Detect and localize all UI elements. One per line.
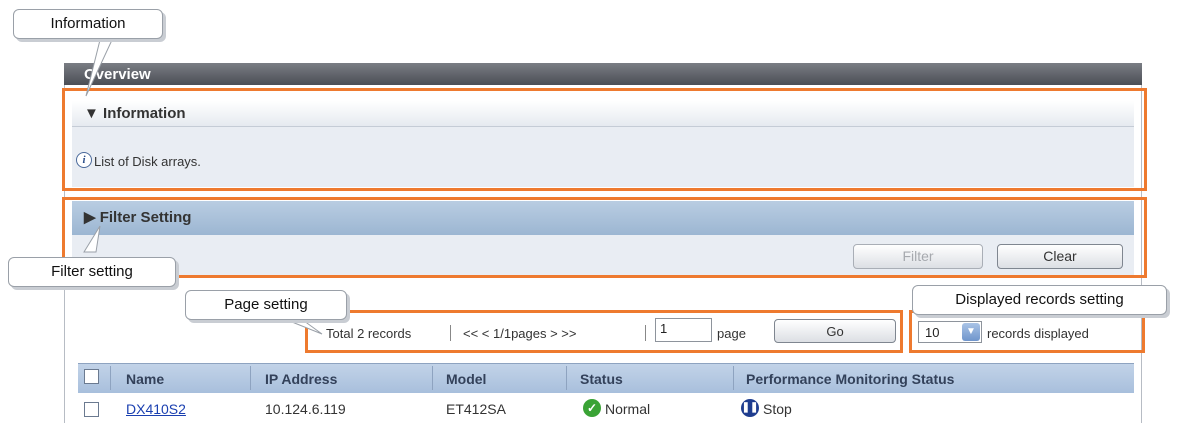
check-circle-icon: ✓: [583, 399, 601, 417]
column-header-ip-address[interactable]: IP Address: [265, 371, 337, 387]
row-perf-status: Stop: [763, 401, 792, 417]
row-ip-address: 10.124.6.119: [265, 401, 346, 417]
filter-setting-callout: Filter setting: [8, 257, 176, 287]
row-model: ET412SA: [446, 401, 506, 417]
column-divider: [432, 366, 433, 390]
column-divider: [110, 366, 111, 390]
column-header-status[interactable]: Status: [580, 371, 623, 387]
column-header-name[interactable]: Name: [126, 371, 164, 387]
row-name-link[interactable]: DX410S2: [126, 401, 186, 417]
row-status: Normal: [605, 401, 651, 417]
page-setting-highlight: [305, 310, 903, 353]
column-divider: [733, 366, 734, 390]
select-all-checkbox[interactable]: [84, 369, 99, 384]
information-callout: Information: [13, 9, 163, 39]
row-checkbox[interactable]: [84, 402, 99, 417]
displayed-records-highlight: [909, 310, 1145, 353]
overview-title: Overview: [64, 63, 1142, 85]
filter-setting-highlight: [62, 197, 1147, 278]
page-setting-callout: Page setting: [185, 290, 347, 320]
displayed-records-callout: Displayed records setting: [912, 285, 1167, 315]
column-header-performance-monitoring-status[interactable]: Performance Monitoring Status: [746, 371, 954, 387]
column-divider: [250, 366, 251, 390]
pause-circle-icon: ❚❚: [741, 399, 759, 417]
column-header-model[interactable]: Model: [446, 371, 486, 387]
information-highlight: [62, 88, 1147, 191]
column-divider: [566, 366, 567, 390]
